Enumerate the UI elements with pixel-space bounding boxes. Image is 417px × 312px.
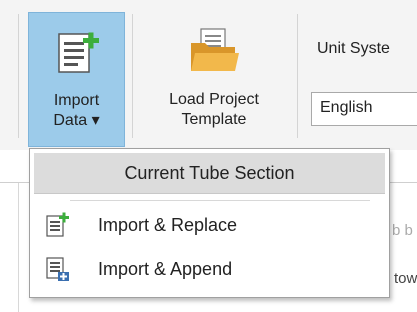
folder-icon: [187, 24, 241, 78]
unit-system-label: Unit Syste: [317, 40, 390, 57]
load-project-template-button[interactable]: Load Project Template: [140, 12, 288, 147]
ribbon-separator: [297, 14, 298, 138]
import-replace-icon: [42, 210, 72, 240]
ribbon-toolbar: Import Data ▾ Load Project Template Unit…: [0, 0, 417, 150]
background-cell: b b: [392, 222, 413, 239]
ribbon-separator: [132, 14, 133, 138]
menu-item-label: Import & Replace: [98, 214, 238, 235]
import-data-label: Import Data ▾: [53, 92, 100, 129]
import-data-dropdown-menu: Current Tube Section Import & Replace Im…: [29, 148, 390, 298]
grid-line: [18, 183, 19, 312]
ribbon-separator: [18, 14, 19, 138]
menu-item-import-append[interactable]: Import & Append: [34, 249, 385, 289]
menu-item-import-replace[interactable]: Import & Replace: [34, 205, 385, 245]
load-project-template-label: Load Project Template: [169, 91, 259, 128]
background-cell: tow: [394, 270, 417, 287]
unit-system-select[interactable]: English: [311, 92, 417, 126]
menu-separator: [70, 200, 370, 201]
import-data-button[interactable]: Import Data ▾: [28, 12, 125, 147]
import-data-icon: [50, 25, 104, 79]
menu-item-label: Import & Append: [98, 258, 233, 279]
menu-header-current-tube-section: Current Tube Section: [34, 153, 385, 194]
import-append-icon: [42, 254, 72, 284]
